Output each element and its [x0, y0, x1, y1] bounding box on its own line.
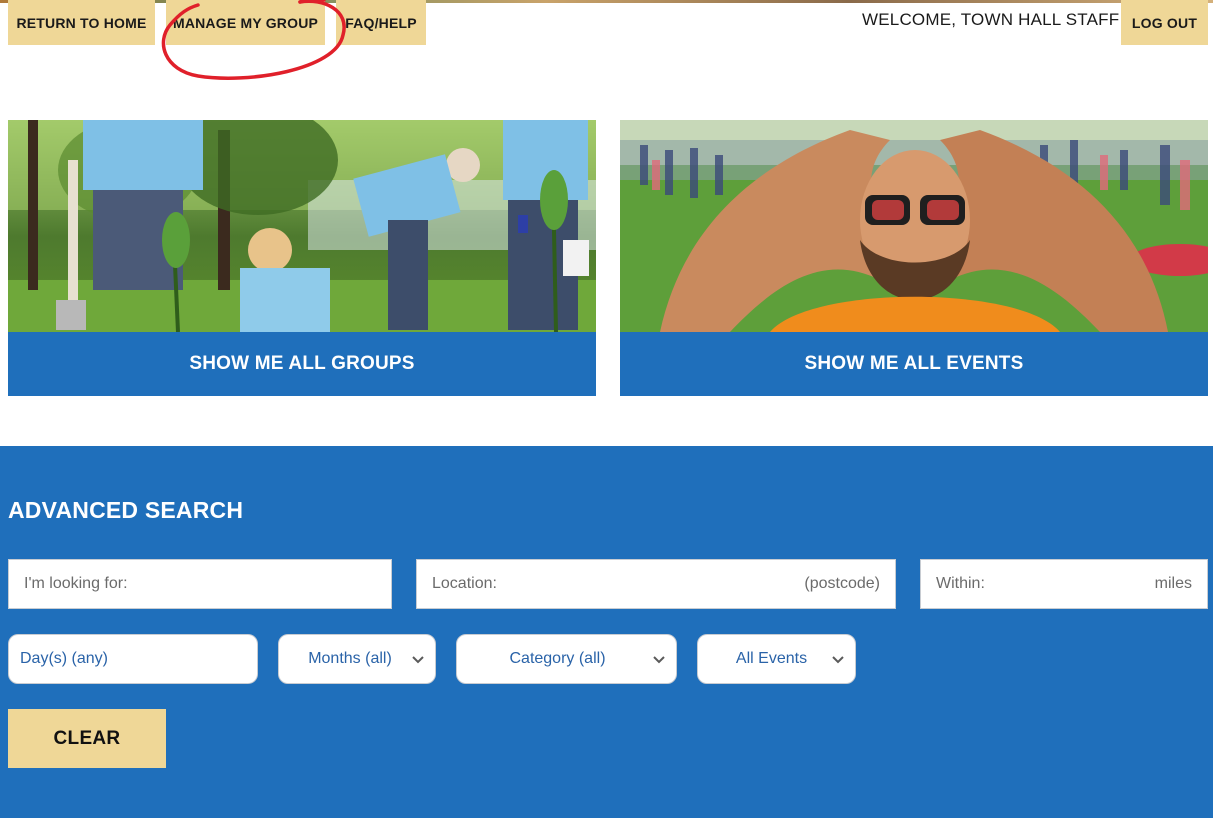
days-selector[interactable]: Day(s) (any) [8, 634, 258, 684]
within-placeholder: Within: [936, 575, 985, 592]
location-placeholder: Location: [432, 575, 497, 592]
location-input[interactable]: Location: (postcode) [416, 559, 896, 609]
manage-my-group-button[interactable]: MANAGE MY GROUP [166, 0, 325, 45]
show-all-groups-button[interactable]: SHOW ME ALL GROUPS [8, 332, 596, 396]
clear-button[interactable]: CLEAR [8, 709, 166, 768]
volunteers-planting-photo [8, 120, 596, 332]
looking-for-input[interactable]: I'm looking for: [8, 559, 392, 609]
advanced-search-panel: ADVANCED SEARCH I'm looking for: Locatio… [0, 446, 1213, 818]
welcome-message: WELCOME, TOWN HALL STAFF [862, 10, 1120, 29]
chevron-down-icon [653, 656, 665, 664]
location-postcode-hint: (postcode) [804, 575, 880, 592]
return-to-home-button[interactable]: RETURN TO HOME [8, 0, 155, 45]
days-value: Day(s) (any) [20, 650, 109, 667]
show-all-events-button[interactable]: SHOW ME ALL EVENTS [620, 332, 1208, 396]
heart-hands-photo [620, 120, 1208, 332]
months-value: Months (all) [308, 650, 392, 667]
chevron-down-icon [832, 656, 844, 664]
faq-help-button[interactable]: FAQ/HELP [336, 0, 426, 45]
chevron-down-icon [412, 656, 424, 664]
event-type-dropdown[interactable]: All Events [697, 634, 856, 684]
looking-for-placeholder: I'm looking for: [24, 575, 128, 592]
months-dropdown[interactable]: Months (all) [278, 634, 436, 684]
advanced-search-title: ADVANCED SEARCH [8, 497, 244, 523]
within-distance-input[interactable]: Within: miles [920, 559, 1208, 609]
category-dropdown[interactable]: Category (all) [456, 634, 677, 684]
groups-card[interactable]: SHOW ME ALL GROUPS [8, 120, 596, 396]
log-out-button[interactable]: LOG OUT [1121, 0, 1208, 45]
within-miles-unit: miles [1154, 575, 1192, 592]
event-type-value: All Events [735, 650, 808, 667]
category-value: Category (all) [509, 650, 606, 667]
events-card[interactable]: SHOW ME ALL EVENTS [620, 120, 1208, 396]
